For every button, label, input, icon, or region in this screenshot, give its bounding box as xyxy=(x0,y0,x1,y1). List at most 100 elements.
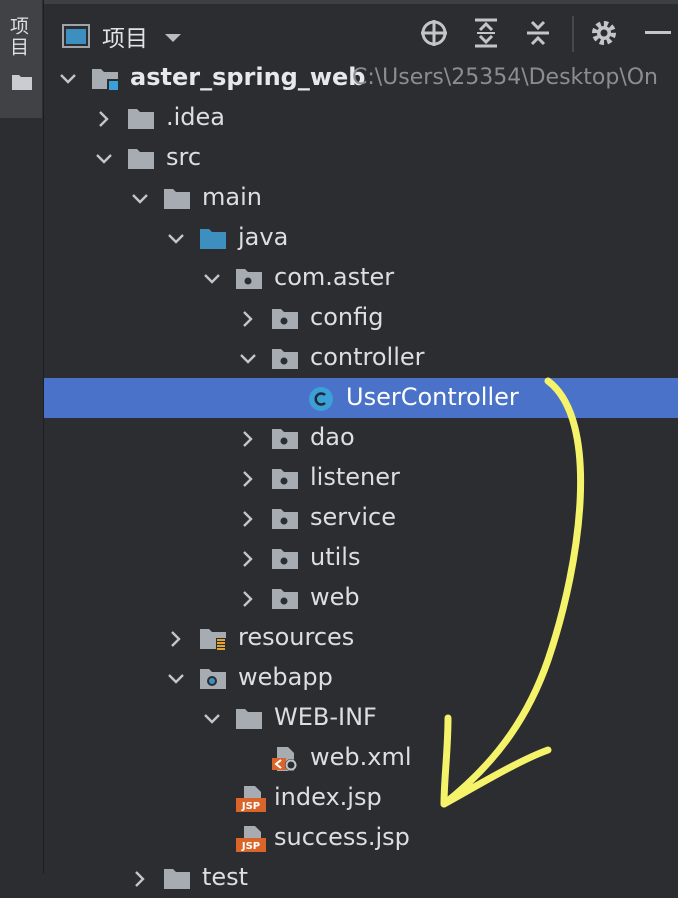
chevron-down-icon[interactable] xyxy=(202,269,222,289)
folder-icon xyxy=(164,866,190,890)
tree-node[interactable]: JSP index.jsp xyxy=(44,778,678,818)
source-folder-icon xyxy=(200,226,226,250)
folder-icon xyxy=(128,146,154,170)
chevron-right-icon[interactable] xyxy=(238,469,258,489)
folder-icon xyxy=(128,106,154,130)
tree-node-path: C:\Users\25354\Desktop\On xyxy=(352,65,659,90)
svg-text:JSP: JSP xyxy=(241,841,260,852)
minimize-icon xyxy=(645,31,671,34)
locate-button[interactable] xyxy=(418,17,450,49)
chevron-right-icon[interactable] xyxy=(238,309,258,329)
tree-node-label: aster_spring_web xyxy=(130,63,366,91)
project-tree: aster_spring_web C:\Users\25354\Desktop\O… xyxy=(44,58,678,898)
tree-node-label: success.jsp xyxy=(274,823,410,851)
tree-node-label: web.xml xyxy=(310,743,412,771)
settings-button[interactable] xyxy=(588,17,620,49)
package-icon xyxy=(272,306,298,330)
project-view-icon xyxy=(62,24,90,48)
chevron-down-icon[interactable] xyxy=(94,149,114,169)
chevron-right-icon[interactable] xyxy=(238,509,258,529)
collapse-all-button[interactable] xyxy=(522,17,554,49)
tool-window-strip: 项目 xyxy=(0,0,44,874)
tree-node-label: src xyxy=(166,143,202,171)
chevron-down-icon[interactable] xyxy=(238,349,258,369)
tree-node[interactable]: src xyxy=(44,138,678,178)
tree-node-label: service xyxy=(310,503,396,531)
chevron-right-icon[interactable] xyxy=(130,869,150,889)
chevron-down-icon[interactable] xyxy=(202,709,222,729)
gear-icon xyxy=(592,21,616,45)
tree-node-label: dao xyxy=(310,423,355,451)
tree-node[interactable]: webapp xyxy=(44,658,678,698)
view-selector[interactable]: 项目 xyxy=(62,19,182,53)
chevron-right-icon[interactable] xyxy=(238,589,258,609)
tree-node-label: main xyxy=(202,183,262,211)
tree-node[interactable]: listener xyxy=(44,458,678,498)
folder-icon xyxy=(236,706,262,730)
package-icon xyxy=(272,586,298,610)
tree-node[interactable]: service xyxy=(44,498,678,538)
chevron-down-icon[interactable] xyxy=(166,229,186,249)
chevron-right-icon[interactable] xyxy=(166,629,186,649)
chevron-right-icon[interactable] xyxy=(94,109,114,129)
tree-node[interactable]: UserController xyxy=(44,378,678,418)
tree-node[interactable]: config xyxy=(44,298,678,338)
folder-icon xyxy=(164,186,190,210)
chevron-down-icon[interactable] xyxy=(58,69,78,89)
tree-node[interactable]: web.xml xyxy=(44,738,678,778)
chevron-right-icon[interactable] xyxy=(238,549,258,569)
tree-node[interactable]: web xyxy=(44,578,678,618)
package-icon xyxy=(272,346,298,370)
view-title: 项目 xyxy=(102,26,148,52)
tree-node-label: config xyxy=(310,303,384,331)
project-toolbar: 项目 xyxy=(44,0,678,62)
tree-node-label: WEB-INF xyxy=(274,703,377,731)
jsp-file-icon: JSP xyxy=(236,826,266,852)
package-icon xyxy=(272,466,298,490)
tree-node[interactable]: com.aster xyxy=(44,258,678,298)
collapse-all-icon xyxy=(527,20,549,46)
tree-node[interactable]: aster_spring_web C:\Users\25354\Desktop\O… xyxy=(44,58,678,98)
tree-node-label: .idea xyxy=(166,103,226,131)
tree-node[interactable]: main xyxy=(44,178,678,218)
chevron-down-icon[interactable] xyxy=(166,669,186,689)
module-icon xyxy=(92,66,118,90)
package-icon xyxy=(236,266,262,290)
tree-node[interactable]: WEB-INF xyxy=(44,698,678,738)
class-icon xyxy=(308,386,334,411)
expand-all-button[interactable] xyxy=(470,17,502,49)
tree-node[interactable]: test xyxy=(44,858,678,898)
tree-node-label: webapp xyxy=(238,663,333,691)
locate-icon xyxy=(421,20,447,46)
tree-node-label: UserController xyxy=(346,383,519,411)
tree-node[interactable]: .idea xyxy=(44,98,678,138)
resources-folder-icon xyxy=(200,626,226,650)
package-icon xyxy=(272,506,298,530)
tree-node[interactable]: JSP success.jsp xyxy=(44,818,678,858)
tree-node[interactable]: java xyxy=(44,218,678,258)
tree-node[interactable]: utils xyxy=(44,538,678,578)
tree-node-label: java xyxy=(238,223,289,251)
expand-all-icon xyxy=(475,18,497,48)
chevron-right-icon[interactable] xyxy=(238,429,258,449)
svg-text:JSP: JSP xyxy=(241,801,260,812)
tree-node-label: controller xyxy=(310,343,425,371)
tree-node-label: resources xyxy=(238,623,355,651)
project-tool-tab[interactable]: 项目 xyxy=(0,0,42,118)
toolbar-separator xyxy=(572,16,574,52)
folder-icon xyxy=(12,75,32,90)
tree-node[interactable]: resources xyxy=(44,618,678,658)
tree-node-label: listener xyxy=(310,463,400,491)
project-tab-label: 项目 xyxy=(7,16,29,58)
tree-node-label: utils xyxy=(310,543,361,571)
chevron-down-icon[interactable] xyxy=(130,189,150,209)
chevron-down-icon xyxy=(165,34,181,42)
package-icon xyxy=(272,546,298,570)
minimize-button[interactable] xyxy=(642,17,674,49)
tree-node-label: web xyxy=(310,583,360,611)
web-folder-icon xyxy=(200,666,226,690)
tree-node[interactable]: dao xyxy=(44,418,678,458)
tree-node-label: index.jsp xyxy=(274,783,382,811)
tree-node[interactable]: controller xyxy=(44,338,678,378)
jsp-file-icon: JSP xyxy=(236,786,266,812)
